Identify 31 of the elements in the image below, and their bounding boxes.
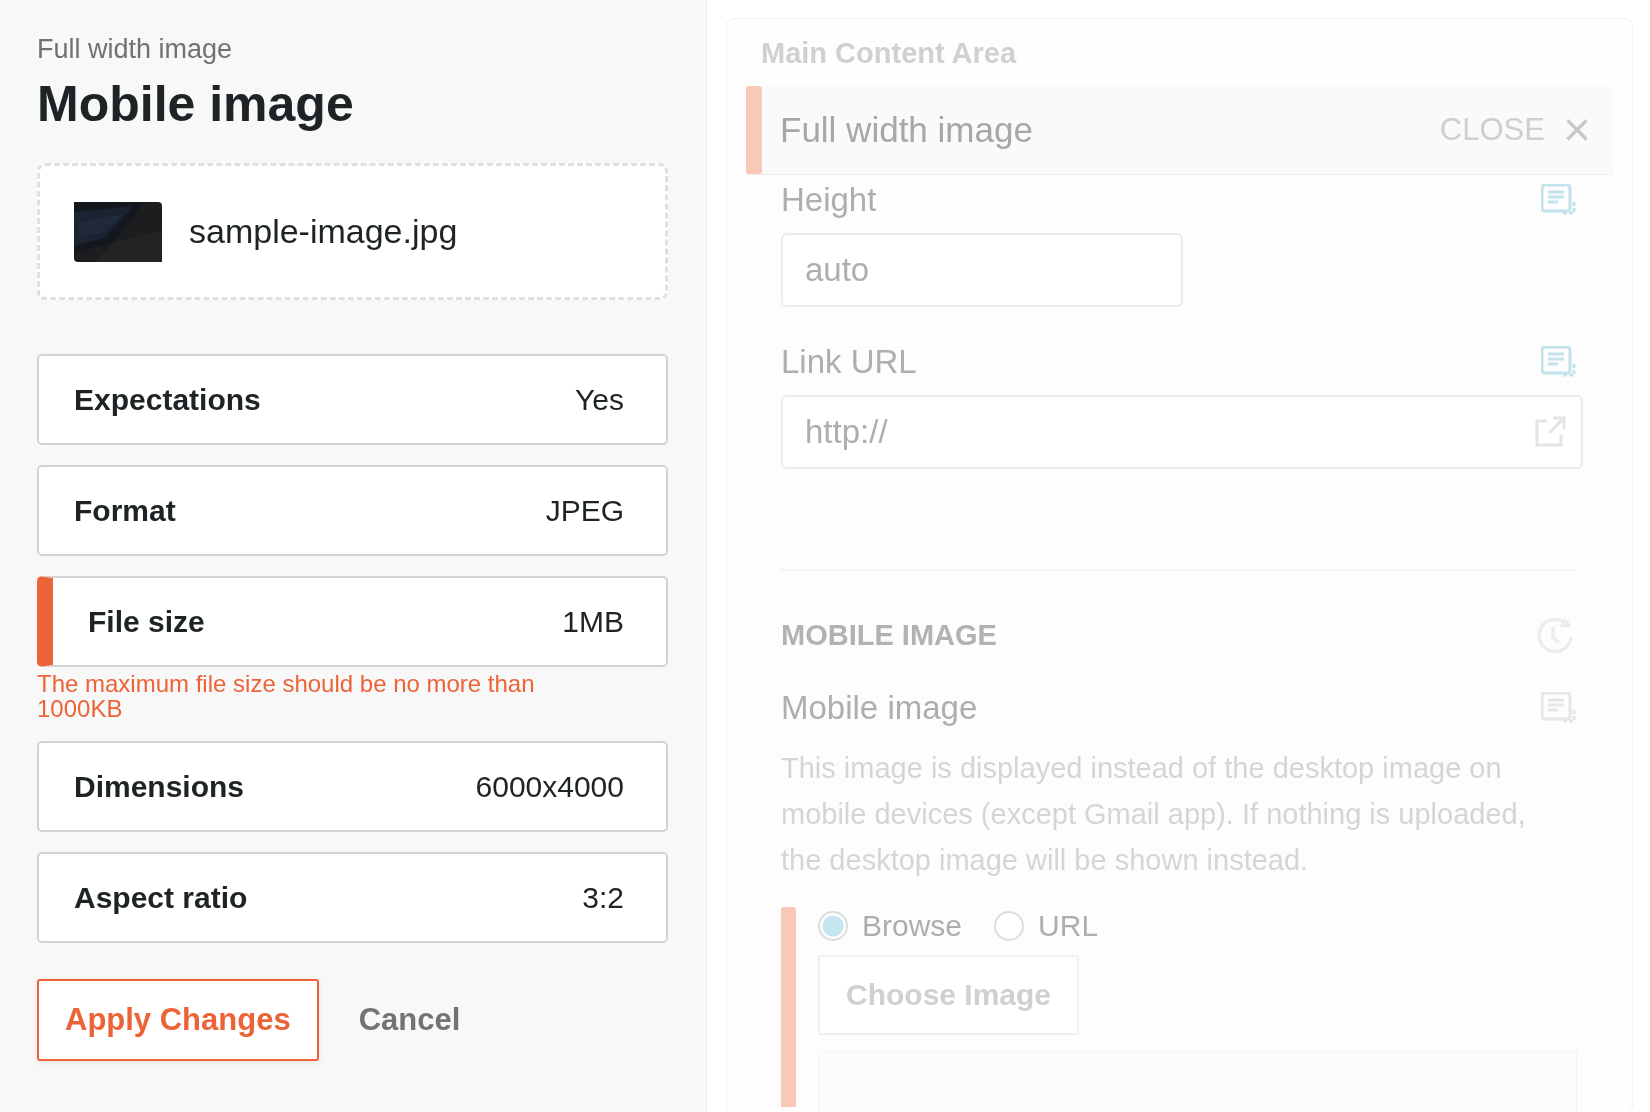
field-label: Height (781, 181, 877, 219)
check-value: 1MB (562, 604, 624, 639)
cancel-button[interactable]: Cancel (358, 1002, 461, 1038)
apply-button[interactable]: Apply Changes (37, 979, 319, 1061)
panel-subtitle: Full width image (37, 34, 234, 65)
file-name: sample-image.jpg (189, 212, 458, 251)
check-label: Format (74, 493, 176, 528)
check-value: 3:2 (582, 880, 624, 915)
text-field[interactable]: http:// (781, 395, 1583, 469)
radio-button[interactable] (818, 911, 848, 941)
text-field[interactable]: auto (781, 233, 1183, 307)
external-link-icon (1533, 415, 1567, 449)
field-label: Mobile image (781, 689, 978, 727)
check-label: Aspect ratio (74, 880, 248, 915)
radio-label: Browse (862, 909, 963, 943)
radio-button[interactable] (994, 911, 1025, 941)
file-dropzone[interactable]: sample-image.jpg (37, 163, 668, 300)
section-title: MOBILE IMAGE (781, 618, 997, 652)
check-value: Yes (575, 382, 624, 417)
check-value: 6000x4000 (475, 769, 624, 804)
radio-option[interactable]: Browse (818, 909, 963, 943)
check-label: File size (88, 604, 205, 639)
radio-option[interactable]: URL (994, 909, 1099, 943)
check-label: Dimensions (74, 769, 245, 804)
block-title: Full width image (780, 110, 1034, 150)
check-value: JPEG (545, 493, 624, 528)
radio-label: URL (1038, 909, 1099, 943)
field-label: Link URL (781, 343, 917, 381)
check-label: Expectations (74, 382, 261, 417)
panel-title: Mobile image (37, 75, 355, 133)
error-message: The maximum file size should be no more than 1000KB (37, 671, 536, 721)
